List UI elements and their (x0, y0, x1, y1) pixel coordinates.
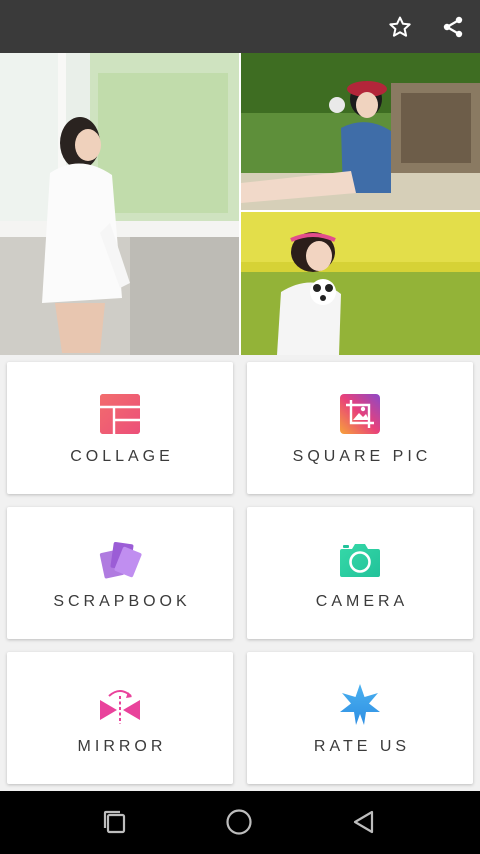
mirror-label: MIRROR (77, 738, 167, 755)
mirror-button[interactable]: MIRROR (7, 652, 233, 784)
feature-grid: COLLAGE SQUARE PIC SCRAPBOOK CAMERA MIRR… (0, 355, 480, 791)
scrapbook-cards-icon (98, 537, 142, 581)
recents-square-icon[interactable] (95, 805, 135, 839)
rate-us-label: RATE US (313, 738, 411, 755)
home-circle-icon[interactable] (219, 805, 259, 839)
collage-label: COLLAGE (70, 448, 174, 465)
hero-photo-collage (0, 53, 480, 355)
square-pic-label: SQUARE PIC (292, 448, 432, 465)
collage-layout-icon (98, 392, 142, 436)
scrapbook-button[interactable]: SCRAPBOOK (7, 507, 233, 639)
square-crop-icon (338, 392, 382, 436)
back-triangle-icon[interactable] (344, 805, 384, 839)
square-pic-button[interactable]: SQUARE PIC (247, 362, 473, 494)
system-navigation-bar (0, 791, 480, 854)
rate-us-button[interactable]: RATE US (247, 652, 473, 784)
app-toolbar (0, 0, 480, 53)
photo-window-girl (0, 53, 239, 355)
camera-button[interactable]: CAMERA (247, 507, 473, 639)
collage-button[interactable]: COLLAGE (7, 362, 233, 494)
rate-star-icon (338, 682, 382, 726)
share-icon[interactable] (436, 10, 470, 44)
favorite-star-icon[interactable] (383, 10, 417, 44)
mirror-icon (98, 682, 142, 726)
camera-label: CAMERA (315, 593, 409, 610)
scrapbook-label: SCRAPBOOK (53, 593, 191, 610)
photo-girl-flower-field (241, 212, 480, 355)
camera-icon (338, 537, 382, 581)
photo-girl-pinwheel (241, 53, 480, 210)
